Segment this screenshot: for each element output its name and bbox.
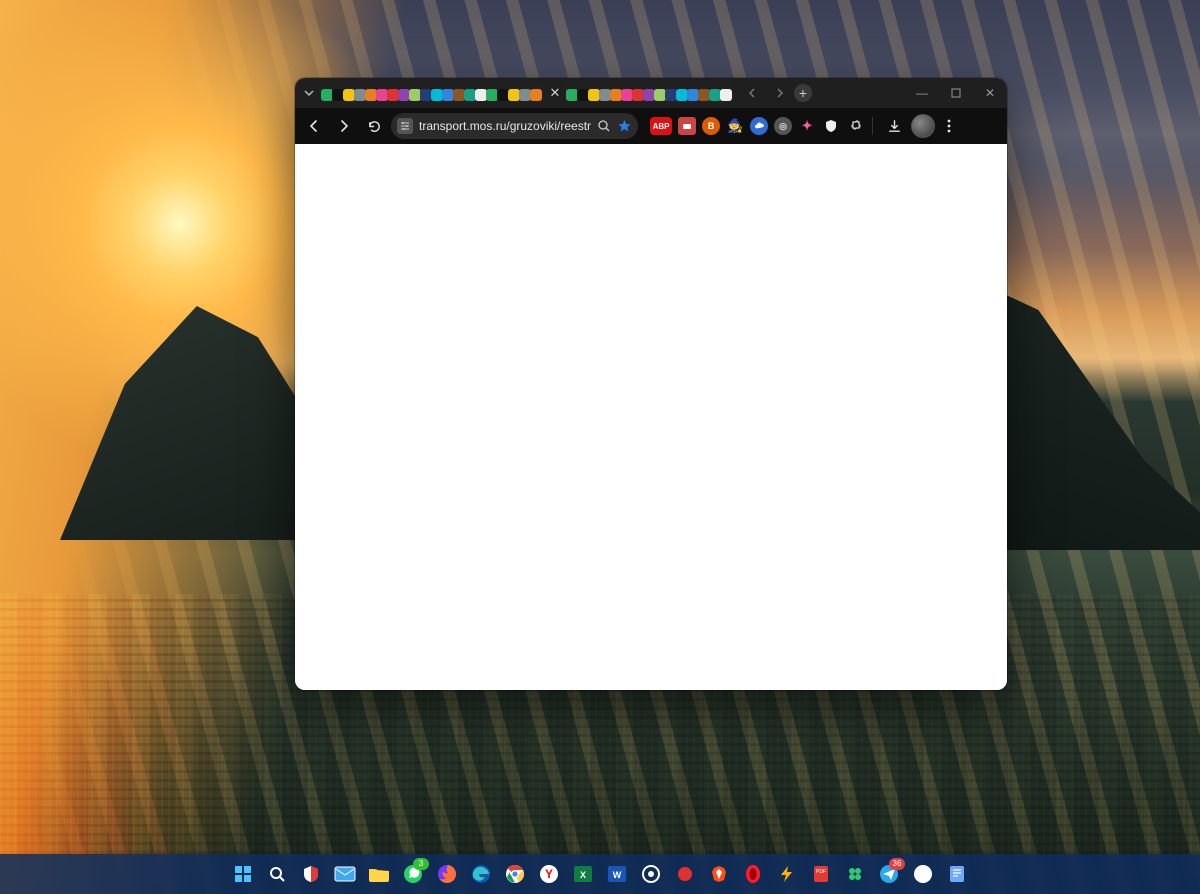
taskbar-explorer-icon[interactable] [365,860,393,888]
extension-puzzle-icon[interactable] [846,117,864,135]
tab-group-left [319,81,544,108]
taskbar-badge: 36 [889,858,905,870]
forward-button[interactable] [331,113,357,139]
tab-scroll-controls: + [742,78,812,108]
tab-scroll-right[interactable] [768,83,790,103]
back-button[interactable] [301,113,327,139]
minimize-button[interactable]: — [905,78,939,108]
svg-text:Y: Y [545,867,553,881]
taskbar-whatsapp2-icon[interactable] [909,860,937,888]
maximize-button[interactable] [939,78,973,108]
tab-close-button[interactable]: ✕ [546,78,564,108]
taskbar-notes-icon[interactable] [943,860,971,888]
profile-avatar[interactable] [911,114,935,138]
url-text: transport.mos.ru/gruzoviki/reestr [419,119,591,133]
bookmark-star-icon[interactable] [617,119,632,134]
taskbar-guard-icon[interactable] [297,860,325,888]
close-window-button[interactable]: ✕ [973,78,1007,108]
browser-window: ✕ + — ✕ [295,78,1007,690]
taskbar-whatsapp-icon[interactable]: 3 [399,860,427,888]
tab-scroll-left[interactable] [742,83,764,103]
taskbar-search-icon[interactable] [263,860,291,888]
taskbar-opera-icon[interactable] [739,860,767,888]
window-controls: — ✕ [905,78,1007,108]
svg-text:X: X [580,870,586,880]
page-viewport[interactable] [295,144,1007,690]
taskbar-rec-app-icon[interactable] [671,860,699,888]
toolbar: transport.mos.ru/gruzoviki/reestr ABP B 🧙 ◎… [295,108,1007,144]
taskbar-start-icon[interactable] [229,860,257,888]
taskbar-word-icon[interactable]: W [603,860,631,888]
taskbar-mail-icon[interactable] [331,860,359,888]
titlebar: ✕ + — ✕ [295,78,1007,108]
site-settings-icon[interactable] [397,118,413,134]
reload-button[interactable] [361,113,387,139]
taskbar-edge-icon[interactable] [467,860,495,888]
zoom-icon[interactable] [597,119,611,133]
downloads-button[interactable] [881,113,907,139]
extension-abp-icon[interactable]: ABP [650,117,672,135]
taskbar-green-app-icon[interactable] [841,860,869,888]
tab-group-right [564,81,734,108]
taskbar-badge: 3 [413,858,429,870]
taskbar-pdf-icon[interactable]: PDF [807,860,835,888]
extension-pirate-icon[interactable]: 🧙 [726,117,744,135]
extension-cloud-icon[interactable] [750,117,768,135]
toolbar-divider [872,117,873,135]
taskbar-firefox-icon[interactable] [433,860,461,888]
taskbar-chrome-icon[interactable] [501,860,529,888]
extension-grey-ext-icon[interactable]: ◎ [774,117,792,135]
svg-text:W: W [613,870,622,880]
taskbar-excel-icon[interactable]: X [569,860,597,888]
taskbar-brave-icon[interactable] [705,860,733,888]
taskbar-bolt-icon[interactable] [773,860,801,888]
extension-b-ext-icon[interactable]: B [702,117,720,135]
tab-search-button[interactable] [299,78,319,108]
new-tab-button[interactable]: + [794,84,812,102]
extension-wallet-icon[interactable] [678,117,696,135]
taskbar-yandex-icon[interactable]: Y [535,860,563,888]
extension-color-ext-icon[interactable]: ✦ [798,117,816,135]
extension-shield-icon[interactable] [822,117,840,135]
extensions-strip: ABP B 🧙 ◎ ✦ [650,117,864,135]
address-bar[interactable]: transport.mos.ru/gruzoviki/reestr [391,113,638,139]
app-menu-button[interactable] [939,113,959,139]
svg-text:PDF: PDF [816,869,826,875]
taskbar: 3 Y X W PDF 36 [0,854,1200,894]
taskbar-telegram-icon[interactable]: 36 [875,860,903,888]
tab-favicon[interactable] [720,89,732,101]
tab-favicon[interactable] [530,89,542,101]
taskbar-record-icon[interactable] [637,860,665,888]
